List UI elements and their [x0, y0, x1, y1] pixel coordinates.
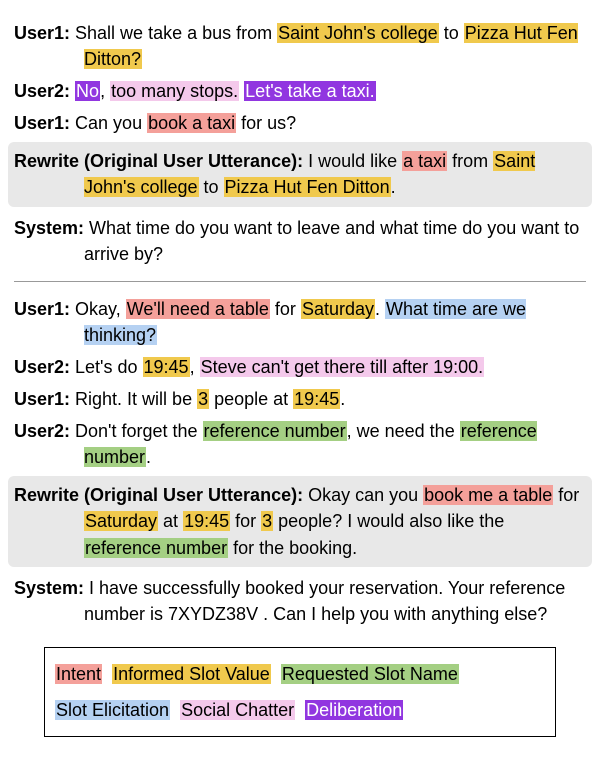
text: . — [340, 389, 345, 409]
speaker: System: — [14, 578, 84, 598]
intent: book me a table — [423, 485, 553, 505]
informed-slot: 3 — [261, 511, 273, 531]
user1-turn: User1: Shall we take a bus from Saint Jo… — [14, 20, 586, 72]
text: Okay, — [70, 299, 126, 319]
social-chatter: too many stops. — [110, 81, 239, 101]
text: Right. It will be — [70, 389, 197, 409]
text: Let's do — [70, 357, 142, 377]
legend-box: Intent Informed Slot Value Requested Slo… — [44, 647, 556, 737]
text: Okay can you — [303, 485, 423, 505]
intent: book a taxi — [147, 113, 236, 133]
user2-turn: User2: Let's do 19:45, Steve can't get t… — [14, 354, 586, 380]
user1-turn: User1: Okay, We'll need a table for Satu… — [14, 296, 586, 348]
informed-slot: Saint John's college — [277, 23, 439, 43]
legend-req: Requested Slot Name — [281, 664, 459, 684]
dialogue-1: User1: Shall we take a bus from Saint Jo… — [14, 20, 586, 267]
text: What time do you want to leave and what … — [84, 218, 579, 264]
text: for the booking. — [228, 538, 357, 558]
text: for us? — [236, 113, 296, 133]
text: from — [447, 151, 493, 171]
text: people? I would also like the — [273, 511, 504, 531]
rewrite-turn: Rewrite (Original User Utterance): I wou… — [8, 142, 592, 206]
text: Can you — [70, 113, 147, 133]
text: to — [199, 177, 224, 197]
rewrite-turn: Rewrite (Original User Utterance): Okay … — [8, 476, 592, 566]
speaker: User2: — [14, 357, 70, 377]
text: . — [146, 447, 151, 467]
system-turn: System: What time do you want to leave a… — [14, 215, 586, 267]
deliberation: No — [75, 81, 100, 101]
text: for — [553, 485, 579, 505]
speaker: User2: — [14, 81, 70, 101]
user1-turn: User1: Can you book a taxi for us? — [14, 110, 586, 136]
speaker: User1: — [14, 23, 70, 43]
text: I would like — [303, 151, 402, 171]
informed-slot: 19:45 — [293, 389, 340, 409]
text: Shall we take a bus from — [70, 23, 277, 43]
legend-delib: Deliberation — [305, 700, 403, 720]
dialogue-2: User1: Okay, We'll need a table for Satu… — [14, 296, 586, 627]
intent: We'll need a table — [126, 299, 270, 319]
text: , — [100, 81, 110, 101]
social-chatter: Steve can't get there till after 19:00. — [200, 357, 485, 377]
speaker: User1: — [14, 299, 70, 319]
user1-turn: User1: Right. It will be 3 people at 19:… — [14, 386, 586, 412]
speaker: User1: — [14, 389, 70, 409]
text: people at — [209, 389, 293, 409]
speaker: Rewrite (Original User Utterance): — [14, 151, 303, 171]
text: I have successfully booked your reservat… — [84, 578, 565, 624]
user2-turn: User2: No, too many stops. Let's take a … — [14, 78, 586, 104]
divider — [14, 281, 586, 282]
legend-chat: Social Chatter — [180, 700, 295, 720]
informed-slot: Saturday — [301, 299, 375, 319]
informed-slot: 19:45 — [143, 357, 190, 377]
system-turn: System: I have successfully booked your … — [14, 575, 586, 627]
text: . — [391, 177, 396, 197]
requested-slot: reference number — [84, 538, 228, 558]
text: for — [230, 511, 261, 531]
text: at — [158, 511, 183, 531]
informed-slot: 3 — [197, 389, 209, 409]
legend-intent: Intent — [55, 664, 102, 684]
requested-slot: reference number — [203, 421, 347, 441]
text: for — [270, 299, 301, 319]
intent: a taxi — [402, 151, 447, 171]
speaker: User1: — [14, 113, 70, 133]
informed-slot: Saturday — [84, 511, 158, 531]
deliberation: Let's take a taxi. — [244, 81, 376, 101]
text: , — [190, 357, 200, 377]
text: Don't forget the — [70, 421, 203, 441]
legend-slot: Informed Slot Value — [112, 664, 271, 684]
text: , we need the — [347, 421, 460, 441]
informed-slot: 19:45 — [183, 511, 230, 531]
text: . — [375, 299, 385, 319]
informed-slot: Pizza Hut Fen Ditton — [224, 177, 391, 197]
legend-elic: Slot Elicitation — [55, 700, 170, 720]
user2-turn: User2: Don't forget the reference number… — [14, 418, 586, 470]
speaker: User2: — [14, 421, 70, 441]
speaker: Rewrite (Original User Utterance): — [14, 485, 303, 505]
speaker: System: — [14, 218, 84, 238]
text: to — [439, 23, 464, 43]
